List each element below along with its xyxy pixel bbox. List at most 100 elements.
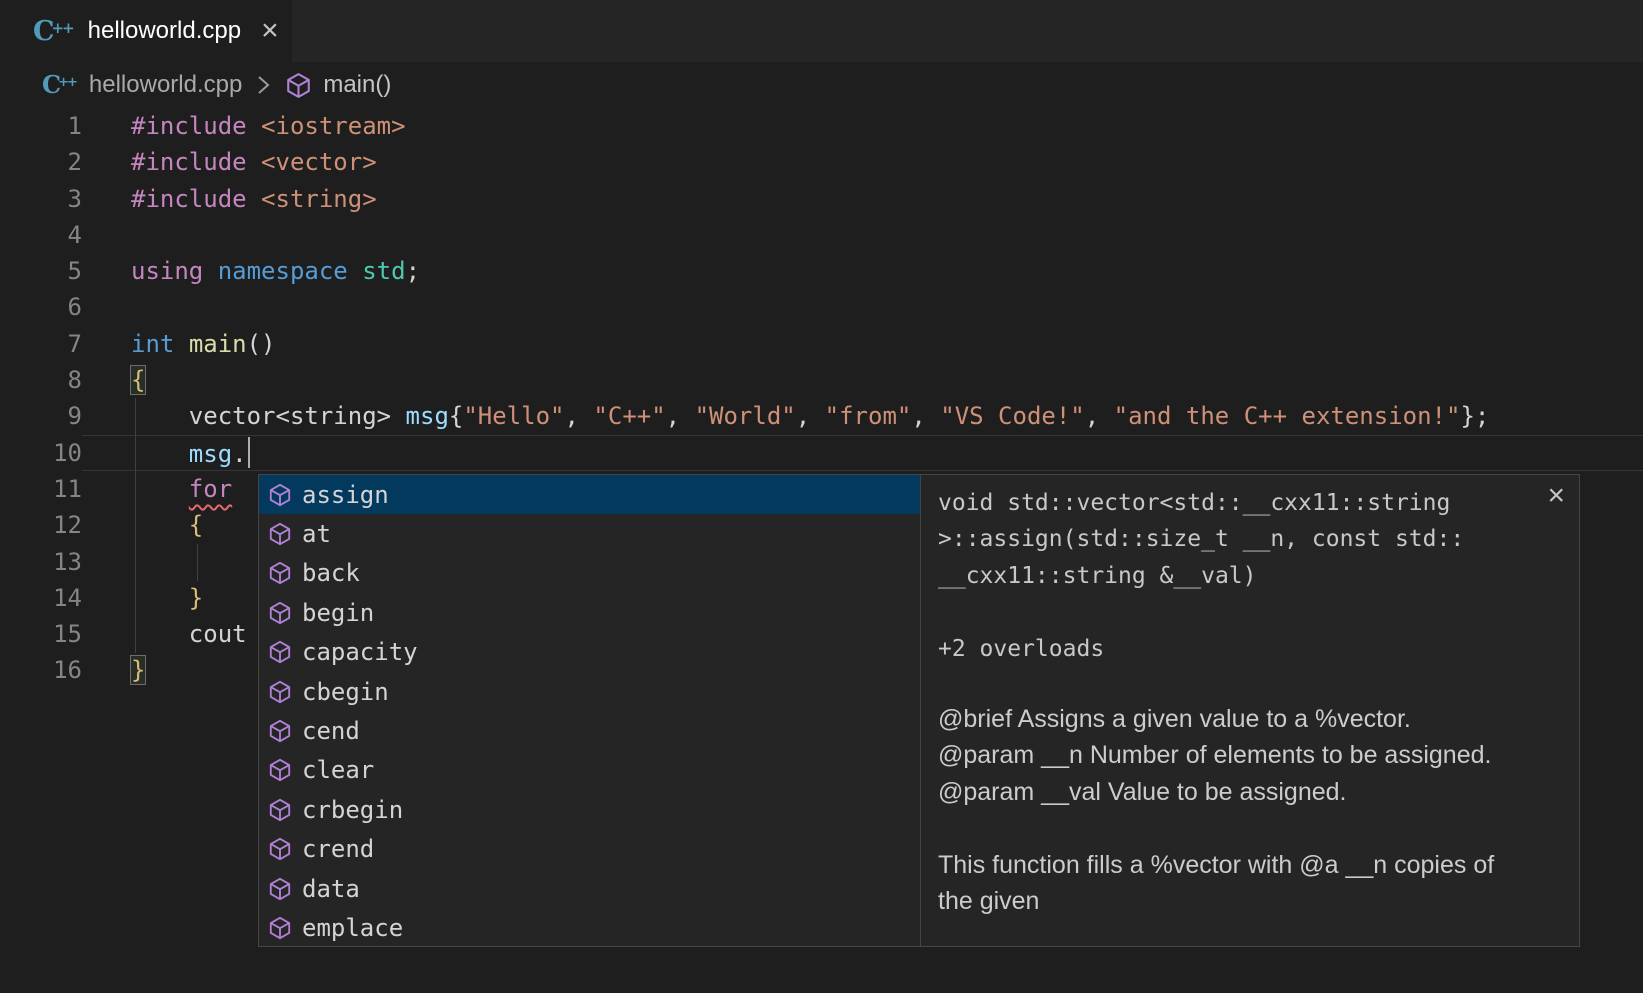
code-token: ,	[1085, 402, 1114, 430]
tab-title: helloworld.cpp	[88, 17, 241, 45]
suggestion-label: data	[302, 875, 360, 903]
line-content: msg.	[82, 435, 1643, 471]
suggestion-label: back	[302, 559, 360, 587]
line-number[interactable]: 13	[0, 544, 82, 580]
code-line[interactable]: 7int main()	[0, 326, 1643, 362]
suggestion-item-at[interactable]: at	[259, 514, 920, 553]
suggestion-label: begin	[302, 599, 374, 627]
line-number[interactable]: 14	[0, 580, 82, 616]
breadcrumb-file[interactable]: helloworld.cpp	[89, 71, 242, 99]
code-token	[131, 475, 189, 503]
suggestion-item-assign[interactable]: assign	[259, 475, 920, 514]
code-token	[203, 257, 217, 285]
line-number[interactable]: 1	[0, 108, 82, 144]
line-number[interactable]: 3	[0, 181, 82, 217]
suggestion-label: at	[302, 520, 331, 548]
code-token	[174, 330, 188, 358]
code-line[interactable]: 3#include <string>	[0, 181, 1643, 217]
code-token	[131, 584, 189, 612]
symbol-method-icon	[267, 482, 293, 508]
suggestion-label: cbegin	[302, 678, 389, 706]
cpp-file-icon: C++	[42, 73, 79, 97]
code-line[interactable]: 8{	[0, 362, 1643, 398]
symbol-method-icon	[267, 718, 293, 744]
line-content: #include <vector>	[82, 144, 1643, 180]
code-token: for	[189, 475, 232, 503]
line-number[interactable]: 5	[0, 253, 82, 289]
line-number[interactable]: 6	[0, 289, 82, 325]
suggestion-label: crend	[302, 835, 374, 863]
code-token	[131, 511, 189, 539]
code-line[interactable]: 6	[0, 289, 1643, 325]
code-token: namespace	[218, 257, 348, 285]
code-token: ,	[796, 402, 825, 430]
line-content: #include <string>	[82, 181, 1643, 217]
code-token	[131, 402, 189, 430]
intellisense-suggest-widget: assign at back begin capacity cbegin cendclear…	[258, 474, 1580, 947]
line-number[interactable]: 4	[0, 217, 82, 253]
cpp-file-icon: C++	[33, 18, 76, 45]
line-content	[82, 289, 1643, 325]
line-number[interactable]: 10	[0, 435, 82, 471]
code-token: ,	[666, 402, 695, 430]
code-token: {	[131, 366, 145, 394]
suggestion-docs-panel: × void std::vector<std::__cxx11::string>…	[920, 475, 1579, 946]
code-token: vector<string>	[189, 402, 391, 430]
suggestion-label: assign	[302, 481, 389, 509]
suggestion-item-cend[interactable]: cend	[259, 711, 920, 750]
symbol-method-icon	[267, 915, 293, 941]
code-token	[247, 185, 261, 213]
suggestion-item-clear[interactable]: clear	[259, 751, 920, 790]
code-line[interactable]: 5using namespace std;	[0, 253, 1643, 289]
symbol-method-icon	[267, 836, 293, 862]
breadcrumb-symbol[interactable]: main()	[323, 71, 391, 99]
code-token: <iostream>	[261, 112, 406, 140]
code-line[interactable]: 4	[0, 217, 1643, 253]
doc-text-line: @param __val Value to be assigned.	[938, 774, 1533, 811]
symbol-method-icon	[284, 71, 313, 100]
chevron-right-icon	[252, 72, 274, 98]
code-line[interactable]: 10 msg.	[0, 435, 1643, 471]
code-line[interactable]: 9 vector<string> msg{"Hello", "C++", "Wo…	[0, 398, 1643, 434]
tab-helloworld-cpp[interactable]: C++ helloworld.cpp ×	[0, 0, 292, 62]
suggestion-item-capacity[interactable]: capacity	[259, 633, 920, 672]
suggestion-item-crend[interactable]: crend	[259, 830, 920, 869]
code-token	[391, 402, 405, 430]
suggestion-item-emplace[interactable]: emplace	[259, 908, 920, 946]
line-content: {	[82, 362, 1643, 398]
doc-text-line	[938, 810, 1533, 847]
line-number[interactable]: 7	[0, 326, 82, 362]
tab-close-icon[interactable]: ×	[261, 16, 279, 46]
line-number[interactable]: 12	[0, 507, 82, 543]
suggestion-item-crbegin[interactable]: crbegin	[259, 790, 920, 829]
suggestion-item-back[interactable]: back	[259, 554, 920, 593]
line-content: #include <iostream>	[82, 108, 1643, 144]
code-token: ;	[406, 257, 420, 285]
text-cursor	[248, 437, 250, 468]
line-number[interactable]: 16	[0, 652, 82, 688]
line-number[interactable]: 2	[0, 144, 82, 180]
line-number[interactable]: 11	[0, 471, 82, 507]
suggestion-item-data[interactable]: data	[259, 869, 920, 908]
code-line[interactable]: 2#include <vector>	[0, 144, 1643, 180]
code-token: ()	[247, 330, 276, 358]
code-token: <vector>	[261, 148, 377, 176]
code-token: }	[189, 584, 203, 612]
line-number[interactable]: 15	[0, 616, 82, 652]
close-icon[interactable]: ×	[1547, 481, 1565, 511]
symbol-method-icon	[267, 521, 293, 547]
breadcrumb: C++ helloworld.cpp main()	[0, 62, 1643, 108]
code-line[interactable]: 1#include <iostream>	[0, 108, 1643, 144]
overloads-count: +2 overloads	[938, 631, 1533, 667]
suggestion-label: capacity	[302, 638, 418, 666]
line-content	[82, 217, 1643, 253]
code-token	[247, 148, 261, 176]
function-signature: void std::vector<std::__cxx11::string>::…	[938, 485, 1533, 594]
symbol-method-icon	[267, 679, 293, 705]
code-token: }	[131, 656, 145, 684]
suggestion-item-cbegin[interactable]: cbegin	[259, 672, 920, 711]
line-number[interactable]: 8	[0, 362, 82, 398]
line-number[interactable]: 9	[0, 398, 82, 434]
suggestion-item-begin[interactable]: begin	[259, 593, 920, 632]
symbol-method-icon	[267, 757, 293, 783]
